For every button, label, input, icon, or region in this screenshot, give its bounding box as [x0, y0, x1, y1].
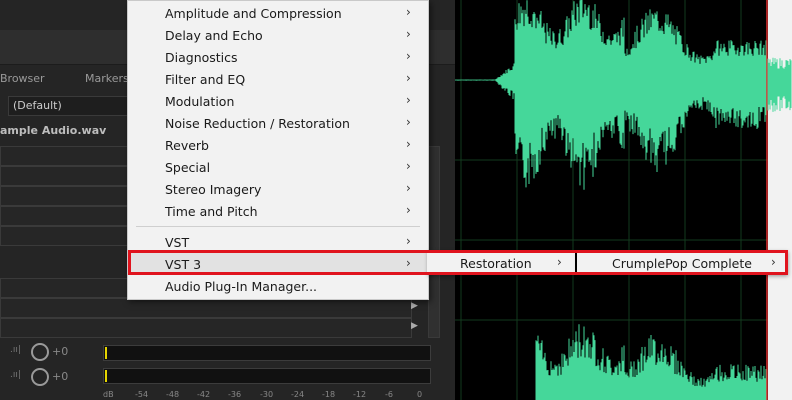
menu-item-stereo-imagery[interactable]: Stereo Imagery ›	[128, 178, 428, 200]
meter-scale-label: dB	[103, 390, 114, 399]
chevron-right-icon: ›	[406, 159, 411, 173]
row-play-icon[interactable]: ▶	[411, 301, 418, 311]
menu-item-label: Delay and Echo	[165, 28, 263, 43]
gain-value-2: +0	[52, 370, 69, 383]
meter-scale-label: -30	[260, 390, 274, 399]
menu-item-label: Time and Pitch	[165, 204, 258, 219]
meter-scale-label: -18	[322, 390, 336, 399]
menu-item-label: Diagnostics	[165, 50, 238, 65]
gain-knob-1[interactable]	[31, 343, 49, 361]
highlight-box	[128, 250, 788, 275]
meter-scale-label: -24	[291, 390, 305, 399]
menu-item-label: Modulation	[165, 94, 235, 109]
gain-value-1: +0	[52, 345, 69, 358]
gain-knob-2[interactable]	[31, 368, 49, 386]
waveform-display[interactable]	[455, 0, 792, 400]
menu-item-reverb[interactable]: Reverb ›	[128, 134, 428, 156]
tab-markers[interactable]: Markers	[85, 72, 129, 85]
tab-media-browser[interactable]: Browser	[0, 72, 45, 85]
chevron-right-icon: ›	[406, 71, 411, 85]
rack-row[interactable]	[0, 298, 412, 318]
meter-scale-label: -36	[228, 390, 242, 399]
level-meter-2	[103, 368, 431, 384]
side-scrollbar[interactable]	[428, 146, 440, 338]
rack-row[interactable]	[0, 318, 412, 338]
chevron-right-icon: ›	[406, 203, 411, 217]
menu-item-audio-plug-in-manager[interactable]: Audio Plug-In Manager...	[128, 275, 428, 297]
meter-scale-label: 0	[417, 390, 423, 399]
menu-item-label: Audio Plug-In Manager...	[165, 279, 318, 294]
menu-item-amplitude-and-compression[interactable]: Amplitude and Compression ›	[128, 2, 428, 24]
chevron-right-icon: ›	[406, 49, 411, 63]
meter-scale-label: -48	[166, 390, 180, 399]
waveform-svg	[455, 0, 792, 400]
level-meter-1	[103, 345, 431, 361]
menu-item-diagnostics[interactable]: Diagnostics ›	[128, 46, 428, 68]
menu-item-special[interactable]: Special ›	[128, 156, 428, 178]
meter-scale-label: -12	[353, 390, 367, 399]
chevron-right-icon: ›	[406, 137, 411, 151]
chevron-right-icon: ›	[406, 115, 411, 129]
menu-item-filter-and-eq[interactable]: Filter and EQ ›	[128, 68, 428, 90]
menu-item-noise-reduction-restoration[interactable]: Noise Reduction / Restoration ›	[128, 112, 428, 134]
meter-scale-label: -6	[385, 390, 393, 399]
chevron-right-icon: ›	[406, 181, 411, 195]
meter-scale-label: -42	[197, 390, 211, 399]
file-name-label: ample Audio.wav	[0, 124, 107, 137]
menu-item-delay-and-echo[interactable]: Delay and Echo ›	[128, 24, 428, 46]
signal-bars-icon: .ıı|	[10, 370, 21, 380]
meter-scale-label: -54	[135, 390, 149, 399]
chevron-right-icon: ›	[406, 27, 411, 41]
menu-item-label: Filter and EQ	[165, 72, 246, 87]
menu-separator	[136, 226, 420, 227]
menu-item-label: Stereo Imagery	[165, 182, 262, 197]
chevron-right-icon: ›	[406, 5, 411, 19]
row-play-icon[interactable]: ▶	[411, 321, 418, 331]
menu-item-label: Amplitude and Compression	[165, 6, 342, 21]
chevron-right-icon: ›	[406, 93, 411, 107]
chevron-right-icon: ›	[406, 234, 411, 248]
menu-item-time-and-pitch[interactable]: Time and Pitch ›	[128, 200, 428, 222]
menu-item-label: VST	[165, 235, 190, 250]
preset-dropdown[interactable]: (Default)	[8, 96, 128, 116]
menu-item-label: Reverb	[165, 138, 209, 153]
menu-item-label: Special	[165, 160, 211, 175]
signal-bars-icon: .ıı|	[10, 345, 21, 355]
menu-item-modulation[interactable]: Modulation ›	[128, 90, 428, 112]
menu-item-label: Noise Reduction / Restoration	[165, 116, 350, 131]
preset-value: (Default)	[13, 99, 62, 112]
